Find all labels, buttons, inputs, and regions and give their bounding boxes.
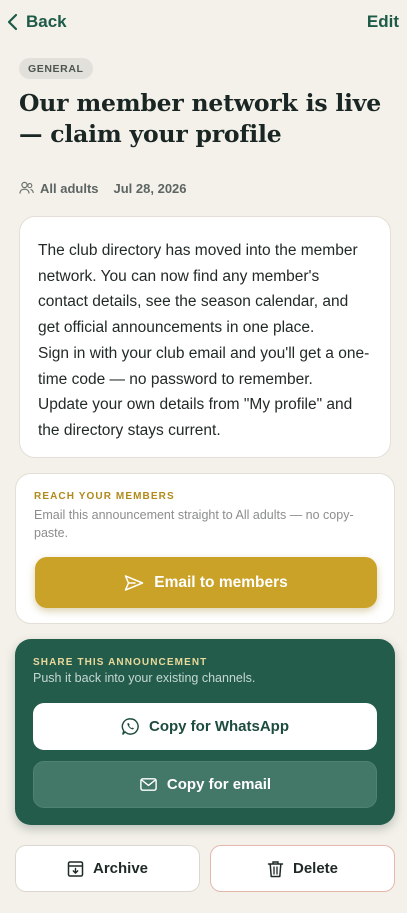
copy-for-email-button[interactable]: Copy for email bbox=[33, 761, 377, 808]
edit-button[interactable]: Edit bbox=[367, 12, 399, 32]
share-eyebrow: SHARE THIS ANNOUNCEMENT bbox=[33, 657, 208, 668]
trash-icon bbox=[267, 860, 284, 877]
back-button[interactable]: Back bbox=[6, 12, 67, 32]
copy-for-whatsapp-button[interactable]: Copy for WhatsApp bbox=[33, 703, 377, 750]
delete-button[interactable]: Delete bbox=[210, 845, 395, 892]
mail-icon bbox=[140, 778, 157, 791]
whatsapp-icon bbox=[121, 718, 139, 735]
reach-subtitle: Email this announcement straight to All … bbox=[34, 508, 354, 540]
people-icon bbox=[19, 181, 34, 194]
body-paragraph-3: Update your own details from "My profile… bbox=[38, 396, 353, 439]
email-to-members-button[interactable]: Email to members bbox=[35, 557, 377, 608]
audience-label: All adults bbox=[40, 180, 99, 196]
copy-for-whatsapp-label: Copy for WhatsApp bbox=[149, 718, 289, 735]
body-paragraph-2: Sign in with your club email and you'll … bbox=[38, 344, 370, 388]
share-announcement-card: SHARE THIS ANNOUNCEMENT Push it back int… bbox=[15, 639, 395, 825]
back-label: Back bbox=[26, 12, 67, 31]
reach-eyebrow: REACH YOUR MEMBERS bbox=[34, 491, 175, 502]
reach-members-card: REACH YOUR MEMBERS Email this announceme… bbox=[15, 473, 395, 624]
archive-icon bbox=[67, 860, 84, 877]
announcement-title: Our member network is live — claim your … bbox=[19, 89, 381, 148]
email-to-members-label: Email to members bbox=[154, 573, 288, 591]
delete-label: Delete bbox=[292, 860, 339, 877]
body-paragraph-1: The club directory has moved into the me… bbox=[38, 242, 358, 337]
chevron-left-icon bbox=[7, 13, 18, 31]
share-subtitle: Push it back into your existing channels… bbox=[33, 671, 256, 685]
announcement-date: Jul 28, 2026 bbox=[113, 180, 187, 196]
archive-button[interactable]: Archive bbox=[15, 845, 200, 892]
send-icon bbox=[124, 574, 144, 591]
top-nav-bar: Back Edit bbox=[0, 0, 407, 44]
copy-for-email-label: Copy for email bbox=[166, 776, 272, 793]
announcement-body-card: The club directory has moved into the me… bbox=[19, 216, 391, 458]
category-badge: GENERAL bbox=[19, 58, 93, 79]
archive-label: Archive bbox=[92, 860, 149, 877]
announcement-meta: All adults Jul 28, 2026 bbox=[19, 178, 187, 198]
